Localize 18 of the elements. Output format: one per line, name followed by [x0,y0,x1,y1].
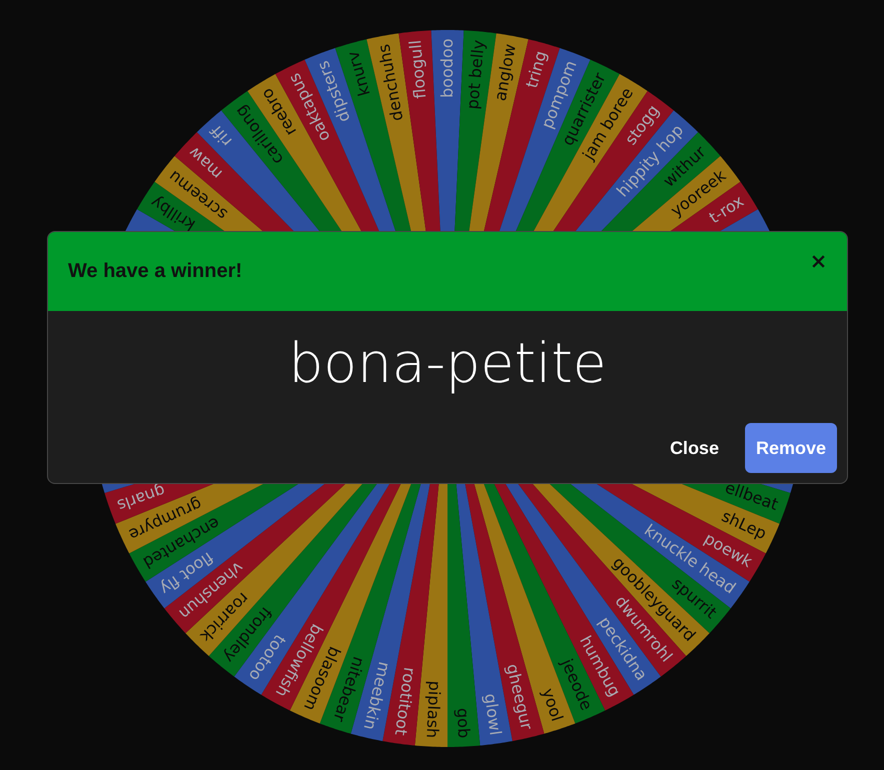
segment-label: piplash [422,680,444,739]
winner-name: bona-petite [288,330,608,397]
segment-label: gheegur [502,662,536,732]
dialog-title: We have a winner! [68,260,242,283]
close-button[interactable]: Close [658,423,730,473]
segment-label: knurv [343,49,374,98]
close-icon [812,255,825,268]
segment-label: rootitoot [391,666,420,737]
segment-label: glowl [480,692,506,736]
segment-label: gob [453,708,474,739]
segment-label: ellbeat [722,478,781,514]
segment-label: floogull [406,39,430,100]
segment-label: boodoo [437,38,456,98]
segment-label: anglow [490,42,520,102]
segment-label: denchuhs [374,42,407,123]
segment-label: pot belly [462,39,488,110]
remove-button[interactable]: Remove [744,423,837,473]
segment-label: riff [206,121,236,151]
